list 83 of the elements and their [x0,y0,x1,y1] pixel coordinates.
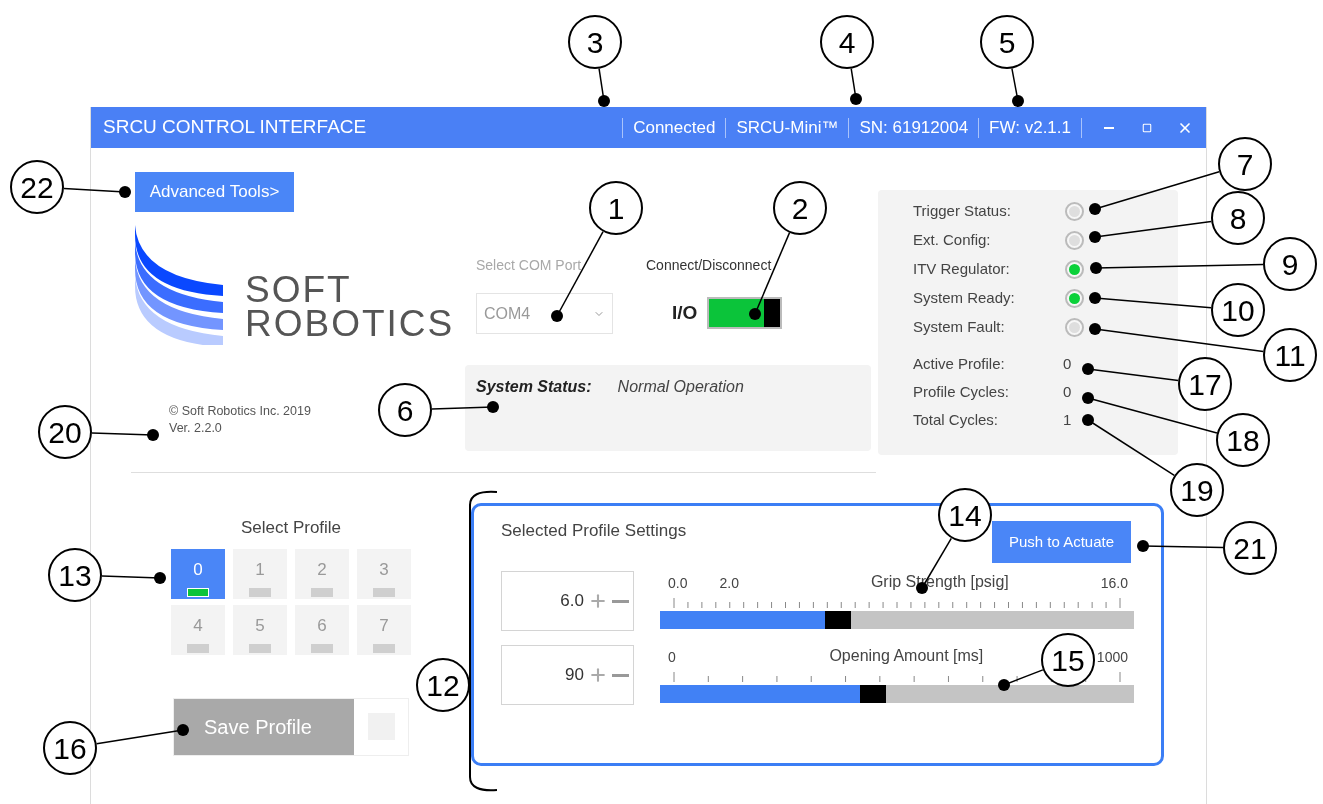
leader-line [63,186,131,198]
indicator-label: Trigger Status: [913,201,1012,222]
slider-track[interactable] [660,684,1134,703]
profile-tile[interactable]: 0 [171,548,225,599]
callout-number: 3 [568,15,622,69]
status-value: Normal Operation [617,377,744,397]
increment-button[interactable] [588,591,608,611]
profile-tile[interactable]: 5 [233,604,287,655]
copyright-text: Ver. 2.2.0 [169,420,222,437]
panel-title: Selected Profile Settings [501,520,687,542]
section-title: Select Profile [239,517,343,539]
scale-label: 2.0 [719,573,739,593]
slider-thumb[interactable] [824,610,851,629]
callout-number: 20 [38,405,92,459]
window-title: SRCU CONTROL INTERFACE [103,115,367,140]
slider-title: Opening Amount [ms] [829,645,984,666]
profile-tile[interactable]: 7 [357,604,411,655]
plus-icon [588,591,608,611]
callout-number: 16 [43,721,97,775]
number-field[interactable]: 6.0 [501,571,634,631]
callout-number: 8 [1211,191,1265,245]
scale-label: 0.0 [668,573,688,593]
push-to-actuate-button[interactable]: Push to Actuate [992,521,1131,563]
switch-label: I/O [672,300,698,325]
number-field[interactable]: 90 [501,645,634,705]
leader-line [1011,67,1024,107]
field-value: 6.0 [560,590,584,613]
counter-label: Profile Cycles: [913,381,1010,402]
copyright-text: © Soft Robotics Inc. 2019 [169,403,311,420]
counter-label: Total Cycles: [913,409,1000,430]
advanced-tools-button[interactable]: Advanced Tools> [135,172,294,212]
plus-icon [588,665,608,685]
field-label: Select COM Port [476,256,583,275]
profile-tile[interactable]: 3 [357,548,411,599]
callout-number: 5 [980,15,1034,69]
counter-value: 1 [1063,409,1072,430]
callout-number: 9 [1263,237,1317,291]
indicator-label: Ext. Config: [913,230,992,251]
callout-number: 4 [820,15,874,69]
leader-line [101,572,166,584]
callout-number: 10 [1211,283,1265,337]
status-text: FW: v2.1.1 [989,116,1071,139]
callout-number: 7 [1218,137,1272,191]
leader-line [598,67,610,107]
field-label: Connect/Disconnect [646,256,773,275]
indicator-label: ITV Regulator: [913,259,1011,280]
logo-text: SOFT [245,273,353,307]
status-text: SN: 61912004 [859,116,969,139]
callout-number: 18 [1216,413,1270,467]
callout-number: 22 [10,160,64,214]
status-label: System Status: [476,377,592,397]
leader-line [850,67,862,105]
profile-tile[interactable]: 4 [171,604,225,655]
profile-tile[interactable]: 1 [233,548,287,599]
counter-value: 0 [1063,381,1072,402]
slider-track[interactable] [660,610,1134,629]
minus-icon [612,599,629,603]
status-text: SRCU-Mini™ [736,116,839,139]
callout-number: 17 [1178,357,1232,411]
counter-value: 0 [1063,353,1072,374]
indicator-label: System Ready: [913,288,1016,309]
callout-number: 13 [48,548,102,602]
indicator-label: System Fault: [913,317,1006,338]
maximize-icon [1142,122,1152,133]
leader-line [998,669,1044,691]
counter-label: Active Profile: [913,353,1006,374]
slider-thumb[interactable] [860,684,887,703]
callout-number: 21 [1223,521,1277,575]
scale-label: 1000 [1096,647,1129,667]
profile-tile[interactable]: 2 [295,548,349,599]
connect-switch[interactable] [707,297,783,329]
field-value: 90 [565,664,584,687]
scale-label: 16.0 [1100,573,1129,593]
leader-line [91,429,159,441]
minimize-icon [1104,126,1114,129]
scale-label: 0 [668,647,676,667]
minus-icon [612,673,629,677]
leader-line [431,401,499,413]
logo-text: ROBOTICS [245,307,455,341]
increment-button[interactable] [588,665,608,685]
profile-tile[interactable]: 6 [295,604,349,655]
callout-number: 11 [1263,328,1317,382]
status-text: Connected [633,116,716,139]
